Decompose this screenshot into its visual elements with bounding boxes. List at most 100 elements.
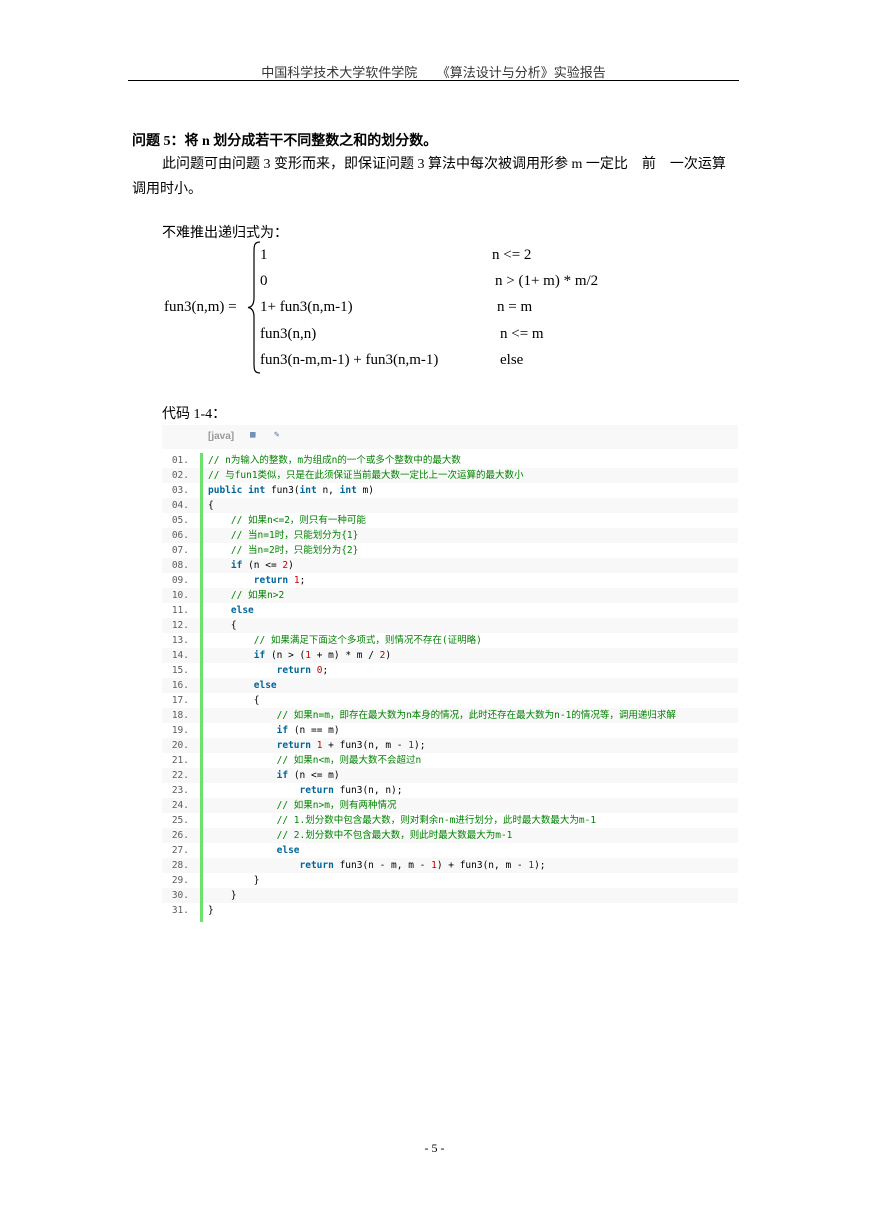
line-number: 22.: [171, 770, 189, 781]
code-line: 31.}: [162, 903, 738, 918]
line-source: return 0;: [276, 665, 329, 676]
code-line: 09. return 1;: [162, 573, 738, 588]
line-number: 05.: [171, 515, 189, 526]
line-number: 14.: [171, 650, 189, 661]
line-source: // 如果n<=2，则只有一种可能: [208, 515, 366, 526]
line-source: if (n <= m): [276, 770, 340, 781]
line-source: if (n <= 2): [230, 560, 294, 571]
line-number: 20.: [171, 740, 189, 751]
line-source: else: [253, 680, 277, 691]
line-number: 23.: [171, 785, 189, 796]
code-line: 17. {: [162, 693, 738, 708]
line-number: 10.: [171, 590, 189, 601]
code-line: 23. return fun3(n, n);: [162, 783, 738, 798]
line-source: // n为输入的整数，m为组成n的一个或多个整数中的最大数: [208, 455, 461, 466]
language-label[interactable]: [java]: [208, 431, 234, 442]
line-source: // 如果n<m，则最大数不会超过n: [208, 755, 422, 766]
case-cond-5: else: [500, 352, 524, 368]
code-line: 21. // 如果n<m，则最大数不会超过n: [162, 753, 738, 768]
code-line: 22. if (n <= m): [162, 768, 738, 783]
line-source: // 与fun1类似，只是在此须保证当前最大数一定比上一次运算的最大数小: [208, 470, 524, 481]
line-source: {: [208, 695, 260, 706]
line-number: 21.: [171, 755, 189, 766]
line-source: if (n == m): [276, 725, 340, 736]
line-number: 15.: [171, 665, 189, 676]
line-number: 07.: [171, 545, 189, 556]
line-source: else: [276, 845, 300, 856]
code-line: 15. return 0;: [162, 663, 738, 678]
line-number: 06.: [171, 530, 189, 541]
line-source: return 1 + fun3(n, m - 1);: [276, 740, 426, 751]
line-source: public int fun3(int n, int m): [208, 485, 374, 496]
code-line: 29. }: [162, 873, 738, 888]
code-line: 13. // 如果满足下面这个多项式，则情况不存在(证明略): [162, 633, 738, 648]
case-cond-4: n <= m: [500, 326, 544, 342]
code-line: 20. return 1 + fun3(n, m - 1);: [162, 738, 738, 753]
line-number: 12.: [171, 620, 189, 631]
code-toolbar: [java] ▦ ✎: [162, 425, 738, 449]
line-number: 26.: [171, 830, 189, 841]
code-line: 28. return fun3(n - m, m - 1) + fun3(n, …: [162, 858, 738, 873]
code-line: 27. else: [162, 843, 738, 858]
line-number: 17.: [171, 695, 189, 706]
case-value-1: 1: [260, 247, 268, 263]
code-line: 08. if (n <= 2): [162, 558, 738, 573]
code-line: 11. else: [162, 603, 738, 618]
line-number: 16.: [171, 680, 189, 691]
copy-icon[interactable]: ✎: [274, 431, 283, 440]
case-cond-2: n > (1+ m) * m/2: [495, 273, 599, 289]
code-line: 30. }: [162, 888, 738, 903]
line-number: 03.: [171, 485, 189, 496]
line-number: 01.: [171, 455, 189, 466]
line-number: 24.: [171, 800, 189, 811]
line-source: }: [208, 875, 260, 886]
code-line: 10. // 如果n>2: [162, 588, 738, 603]
code-line: 19. if (n == m): [162, 723, 738, 738]
case-value-4: fun3(n,n): [260, 326, 317, 342]
line-source: // 当n=1时，只能划分为{1}: [208, 530, 359, 541]
line-source: {: [208, 500, 214, 511]
gutter-bar: [200, 453, 203, 922]
line-source: }: [208, 890, 237, 901]
view-source-icon[interactable]: ▦: [250, 431, 259, 440]
code-line: 12. {: [162, 618, 738, 633]
line-source: // 如果n>2: [208, 590, 285, 601]
code-line: 07. // 当n=2时，只能划分为{2}: [162, 543, 738, 558]
line-number: 31.: [171, 905, 189, 916]
line-number: 08.: [171, 560, 189, 571]
line-source: // 2.划分数中不包含最大数，则此时最大数最大为m-1: [208, 830, 513, 841]
code-caption: 代码 1-4：: [162, 407, 227, 422]
line-source: // 1.划分数中包含最大数，则对剩余n-m进行划分，此时最大数最大为m-1: [208, 815, 597, 826]
line-source: {: [208, 620, 237, 631]
line-number: 28.: [171, 860, 189, 871]
code-block: [java] ▦ ✎ 01. // n为输入的整数，m为组成n的一个或多个整数中的…: [162, 425, 738, 922]
case-cond-1: n <= 2: [492, 247, 532, 263]
line-source: if (n > (1 + m) * m / 2): [253, 650, 392, 661]
line-source: // 当n=2时，只能划分为{2}: [208, 545, 359, 556]
line-number: 18.: [171, 710, 189, 721]
code-line: 18. // 如果n=m，即存在最大数为n本身的情况，此时还存在最大数为n-1的…: [162, 708, 738, 723]
code-line: 25. // 1.划分数中包含最大数，则对剩余n-m进行划分，此时最大数最大为m…: [162, 813, 738, 828]
case-value-2: 0: [260, 273, 268, 289]
line-source: // 如果n=m，即存在最大数为n本身的情况，此时还存在最大数为n-1的情况等，…: [208, 710, 676, 721]
line-source: return 1;: [253, 575, 306, 586]
formula-lhs: fun3(n,m) =: [164, 299, 237, 315]
line-source: return fun3(n - m, m - 1) + fun3(n, m - …: [299, 860, 546, 871]
line-number: 29.: [171, 875, 189, 886]
recurrence-formula: fun3(n,m) = 1 n <= 2 0 n > (1+ m) * m/2 …: [0, 0, 869, 400]
line-source: // 如果n>m，则有两种情况: [208, 800, 397, 811]
line-number: 25.: [171, 815, 189, 826]
line-number: 09.: [171, 575, 189, 586]
line-number: 30.: [171, 890, 189, 901]
code-line: 04. {: [162, 498, 738, 513]
line-number: 02.: [171, 470, 189, 481]
line-number: 13.: [171, 635, 189, 646]
case-value-3: 1+ fun3(n,m-1): [260, 299, 353, 315]
code-line: 02. // 与fun1类似，只是在此须保证当前最大数一定比上一次运算的最大数小: [162, 468, 738, 483]
case-cond-3: n = m: [497, 299, 533, 315]
line-number: 11.: [171, 605, 189, 616]
line-source: return fun3(n, n);: [299, 785, 403, 796]
code-line: 01. // n为输入的整数，m为组成n的一个或多个整数中的最大数: [162, 453, 738, 468]
line-number: 04.: [171, 500, 189, 511]
code-line: 05. // 如果n<=2，则只有一种可能: [162, 513, 738, 528]
